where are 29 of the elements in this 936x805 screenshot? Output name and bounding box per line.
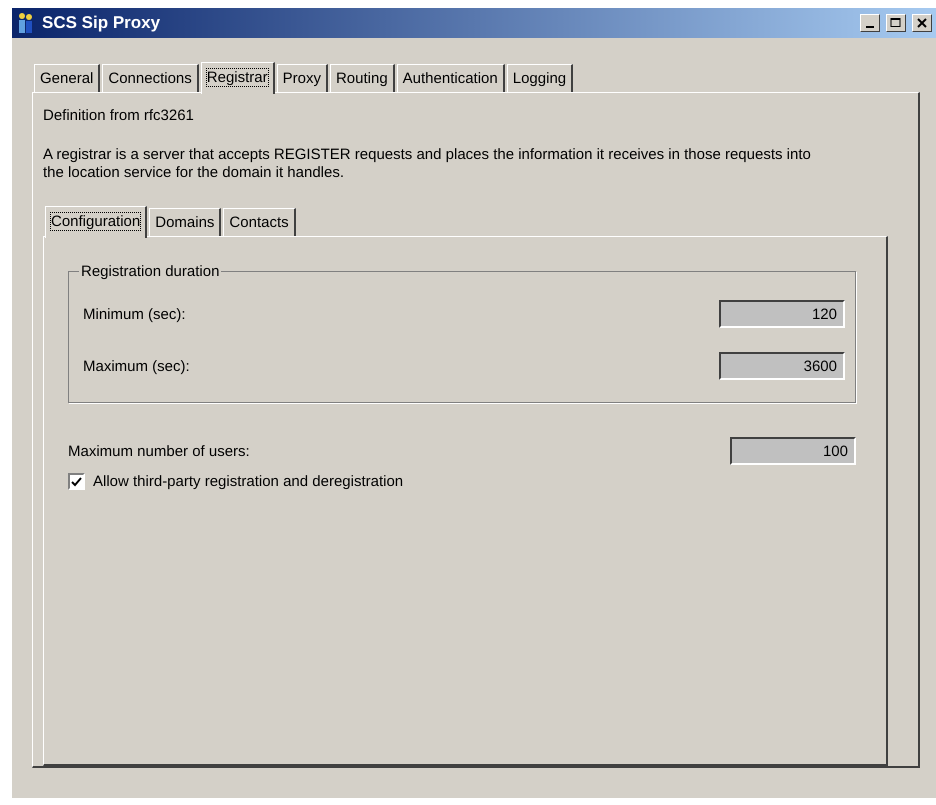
tab[interactable]: Connections: [102, 64, 199, 92]
tab[interactable]: Domains: [149, 208, 222, 236]
input-field[interactable]: 120: [719, 300, 845, 328]
minimize-button[interactable]: [860, 14, 880, 32]
tab[interactable]: Configuration: [45, 206, 148, 238]
definition-text: Definition from rfc3261: [43, 107, 195, 124]
tab[interactable]: Contacts: [223, 208, 296, 236]
checkbox[interactable]: [68, 473, 85, 490]
close-icon: [916, 18, 928, 28]
input-field[interactable]: 3600: [719, 352, 845, 380]
close-button[interactable]: [912, 14, 932, 32]
tab[interactable]: Authentication: [396, 64, 505, 92]
maximize-icon: [890, 18, 902, 28]
check-icon: [71, 476, 82, 486]
field-label: Minimum (sec):: [83, 306, 186, 322]
tab[interactable]: General: [34, 64, 100, 92]
input-field[interactable]: 100: [730, 437, 856, 465]
field-label: Maximum number of users:: [68, 442, 250, 460]
window-title: SCS Sip Proxy: [42, 13, 162, 33]
field-label: Maximum (sec):: [83, 358, 190, 374]
group-title: Registration duration: [80, 263, 220, 280]
tab[interactable]: Logging: [506, 64, 574, 92]
checkbox-label: Allow third-party registration and deregistration: [93, 473, 404, 490]
minimize-icon: [866, 26, 874, 28]
tab[interactable]: Proxy: [276, 64, 328, 92]
description-text: A registrar is a server that accepts REGISTER requests and places the information it receives in those requests into the location service for the domain it handles.: [43, 146, 812, 182]
tab[interactable]: Registrar: [200, 62, 275, 94]
tab[interactable]: Routing: [330, 64, 395, 92]
maximize-button[interactable]: [886, 14, 906, 32]
